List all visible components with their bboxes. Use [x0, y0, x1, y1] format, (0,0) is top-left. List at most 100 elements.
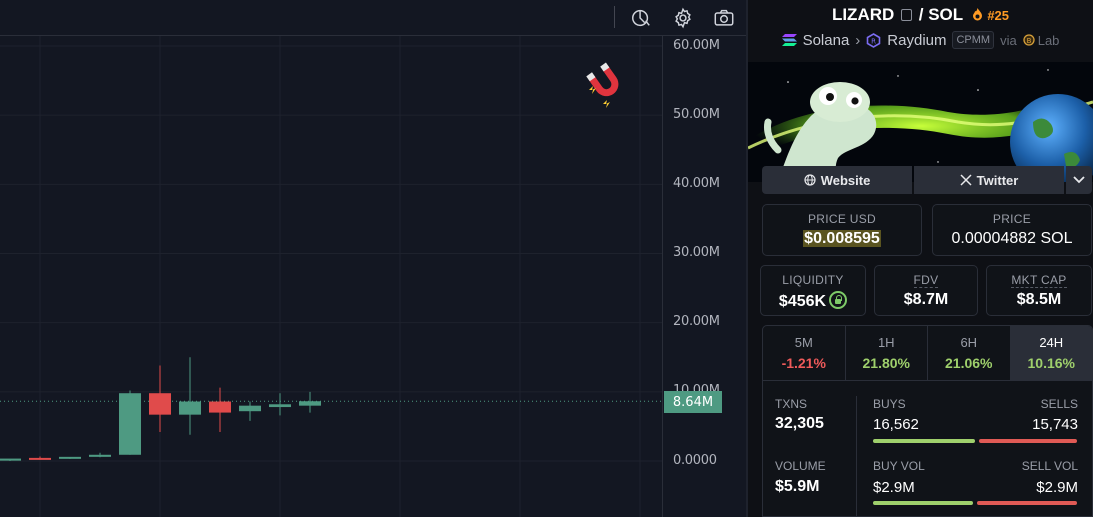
price-tick: 40.00M	[673, 176, 720, 191]
fdv-value: $8.7M	[903, 291, 949, 308]
stats-divider	[856, 396, 857, 516]
liquidity-label: LIQUIDITY	[782, 273, 844, 287]
magnet-icon	[586, 62, 619, 108]
solana-icon	[781, 34, 797, 46]
buy-vol-ratio-bar	[873, 501, 973, 505]
price-chart[interactable]: 60.00M 50.00M 40.00M 30.00M 20.00M 10.00…	[0, 0, 746, 517]
launchpad-link[interactable]: B Lab	[1023, 32, 1060, 48]
price-native-card: PRICE 0.00004882 SOL	[932, 204, 1092, 256]
toolbar-divider	[614, 6, 615, 28]
candle-body	[209, 401, 231, 413]
candle-body	[269, 404, 291, 408]
tab-change: 21.06%	[945, 355, 993, 371]
fdv-card: FDV $8.7M	[874, 265, 978, 316]
candle-body	[59, 456, 81, 459]
tab-label: 24H	[1039, 335, 1064, 350]
sell-vol-label: SELL VOL	[1021, 459, 1078, 473]
pool-type-badge: CPMM	[952, 31, 995, 49]
candle-body	[119, 393, 141, 455]
tab-6h[interactable]: 6H 21.06%	[928, 326, 1011, 380]
tab-change: 21.80%	[862, 355, 910, 371]
chain-breadcrumb: Solana › R Raydium CPMM via B Lab	[748, 31, 1093, 49]
social-links: Website Twitter	[762, 166, 1092, 194]
settings-icon[interactable]	[670, 5, 696, 31]
buy-vol-label: BUY VOL	[873, 459, 925, 473]
quote-token: SOL	[928, 5, 963, 24]
chain-name[interactable]: Solana	[803, 32, 850, 49]
candle-body	[29, 457, 51, 460]
price-tick: 20.00M	[673, 314, 720, 329]
tab-label: 6H	[960, 335, 978, 350]
price-usd-value: $0.008595	[803, 230, 881, 247]
tab-5m[interactable]: 5M -1.21%	[763, 326, 846, 380]
token-banner-image	[748, 62, 1093, 182]
price-usd-label: PRICE USD	[807, 212, 877, 226]
x-logo-icon	[960, 174, 972, 186]
twitter-label: Twitter	[976, 172, 1019, 188]
tab-label: 1H	[877, 335, 895, 350]
chevron-down-icon	[1073, 176, 1085, 184]
flame-icon	[972, 8, 982, 21]
tab-change: 10.16%	[1027, 355, 1075, 371]
buys-ratio-bar	[873, 439, 975, 443]
txns-value: 32,305	[775, 415, 824, 432]
buys-label: BUYS	[873, 397, 906, 411]
tab-24h[interactable]: 24H 10.16%	[1010, 326, 1092, 380]
indicator-icon[interactable]	[628, 5, 654, 31]
svg-text:R: R	[871, 37, 876, 45]
price-tick: 0.0000	[673, 453, 717, 468]
buys-value: 16,562	[873, 416, 919, 433]
timeframe-tabs: 5M -1.21% 1H 21.80% 6H 21.06% 24H 10.16%	[763, 326, 1092, 381]
sells-ratio-bar	[979, 439, 1077, 443]
pair-separator: /	[918, 5, 924, 24]
fdv-label[interactable]: FDV	[913, 273, 939, 288]
liquidity-card: LIQUIDITY $456K	[760, 265, 866, 316]
launchpad-name: Lab	[1037, 32, 1060, 48]
pair-info-panel: LIZARD / SOL #25 Solana › R Raydium CPMM…	[746, 0, 1093, 517]
candle-body	[149, 393, 171, 415]
sells-label: SELLS	[1040, 397, 1078, 411]
mktcap-card: MKT CAP $8.5M	[986, 265, 1092, 316]
chart-plot-area[interactable]	[0, 36, 662, 517]
candle-body	[239, 405, 261, 412]
last-price-label: 8.64M	[664, 391, 722, 413]
candle-body	[89, 454, 111, 457]
volume-label: VOLUME	[775, 459, 826, 473]
base-token: LIZARD	[831, 5, 895, 24]
twitter-button[interactable]: Twitter	[914, 166, 1064, 194]
pair-title: LIZARD / SOL #25	[748, 5, 1093, 25]
candle-body	[0, 458, 21, 461]
txns-label: TXNS	[775, 397, 808, 411]
price-tick: 50.00M	[673, 107, 720, 122]
mktcap-label[interactable]: MKT CAP	[1011, 273, 1067, 288]
mktcap-value: $8.5M	[1016, 291, 1062, 308]
candle-body	[179, 401, 201, 415]
camera-icon[interactable]	[711, 5, 737, 31]
price-tick: 30.00M	[673, 245, 720, 260]
copy-icon[interactable]	[901, 9, 913, 21]
rank-value: #25	[987, 8, 1010, 23]
globe-icon	[804, 174, 816, 186]
price-scale[interactable]: 60.00M 50.00M 40.00M 30.00M 20.00M 10.00…	[662, 36, 746, 517]
raydium-icon: R	[866, 32, 881, 48]
tab-change: -1.21%	[781, 355, 826, 371]
candle-body	[299, 401, 321, 406]
sell-vol-ratio-bar	[977, 501, 1077, 505]
sell-vol-value: $2.9M	[1036, 479, 1078, 496]
dex-name[interactable]: Raydium	[887, 32, 946, 49]
website-button[interactable]: Website	[762, 166, 912, 194]
lock-icon[interactable]	[829, 291, 848, 309]
price-native-value: 0.00004882 SOL	[951, 230, 1073, 247]
price-usd-card: PRICE USD $0.008595	[762, 204, 922, 256]
buy-vol-value: $2.9M	[873, 479, 915, 496]
price-native-label: PRICE	[992, 212, 1032, 226]
tab-1h[interactable]: 1H 21.80%	[846, 326, 928, 380]
svg-text:B: B	[1026, 37, 1031, 45]
lab-icon: B	[1023, 34, 1035, 46]
more-links-button[interactable]	[1066, 166, 1092, 194]
website-label: Website	[820, 172, 871, 188]
rank-badge[interactable]: #25	[972, 5, 1009, 25]
breadcrumb-chevron-icon: ›	[855, 31, 861, 49]
volume-value: $5.9M	[775, 478, 820, 495]
via-label: via	[1000, 32, 1017, 48]
